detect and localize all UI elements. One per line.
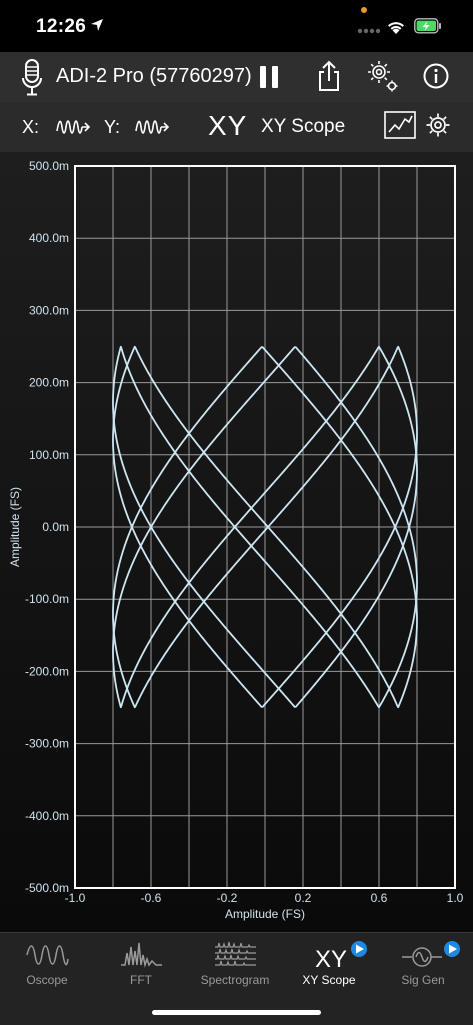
cellular-signal-icon [357,28,381,34]
y-tick-label: -100.0m [25,592,69,606]
scope-toolbar: X: Y: XY XY Scope [0,102,473,152]
device-toolbar: ADI-2 Pro (57760297) [0,52,473,102]
x-tick-label: -1.0 [65,891,86,905]
tab-label: XY Scope [302,973,356,987]
scope-settings-gear-icon[interactable] [425,112,451,138]
info-icon[interactable] [423,63,449,89]
y-input-label: Y: [104,117,121,137]
pause-icon-bar-left [260,66,266,88]
xy-scope-icon: XY [315,941,367,971]
oscope-wave-icon [26,945,69,966]
privacy-indicator-dot [361,7,367,13]
spectrogram-icon [215,941,256,966]
status-bar: 12:26 [0,0,473,52]
y-input-waveform-icon[interactable] [135,117,169,137]
xy-scope-plot[interactable]: 500.0m 400.0m 300.0m 200.0m 100.0m 0.0m -100.0… [0,152,473,932]
y-tick-label: 0.0m [42,520,69,534]
wifi-icon [388,22,404,34]
tab-bar: Oscope FFT Spectrogram XY XY Scope Sig G… [0,932,473,1025]
y-tick-label: 500.0m [29,159,69,173]
y-tick-label: 100.0m [29,448,69,462]
x-tick-label: 0.6 [371,891,388,905]
x-tick-label: -0.2 [217,891,238,905]
chart-display-icon[interactable] [384,111,416,139]
tab-xy-scope[interactable]: XY XY Scope [282,933,376,993]
x-input-waveform-icon[interactable] [56,117,90,137]
status-time: 12:26 [36,16,87,37]
tab-fft[interactable]: FFT [94,933,188,993]
location-arrow-icon [91,19,103,31]
tab-spectrogram[interactable]: Spectrogram [188,933,282,993]
y-tick-label: 400.0m [29,231,69,245]
tab-label: FFT [130,973,152,987]
x-tick-label: 0.2 [295,891,312,905]
x-tick-label: -0.6 [141,891,162,905]
home-indicator [152,1010,321,1015]
x-input-label: X: [22,117,40,137]
y-tick-label: -300.0m [25,737,69,751]
sig-gen-icon [402,941,460,967]
svg-text:XY: XY [315,946,347,971]
x-axis-title: Amplitude (FS) [225,907,305,921]
tab-oscope[interactable]: Oscope [0,933,94,993]
fft-spectrum-icon [121,942,162,968]
xy-mode-indicator[interactable]: XY [208,110,247,142]
tab-label: Spectrogram [200,973,270,987]
device-settings-icon[interactable] [365,58,401,94]
tab-label: Oscope [26,973,68,987]
pause-button[interactable] [260,66,280,88]
y-tick-label: 200.0m [29,376,69,390]
pause-icon-bar-right [272,66,278,88]
tab-label: Sig Gen [401,973,445,987]
y-tick-label: -200.0m [25,664,69,678]
battery-charging-icon [414,18,441,34]
xy-plot-canvas[interactable]: 500.0m 400.0m 300.0m 200.0m 100.0m 0.0m -100.0… [0,152,473,932]
y-axis-title: Amplitude (FS) [8,487,22,567]
device-title[interactable]: ADI-2 Pro (57760297) [56,65,252,88]
y-tick-label: 300.0m [29,303,69,317]
share-icon[interactable] [317,60,341,92]
x-tick-label: 1.0 [447,891,464,905]
microphone-icon[interactable] [20,58,44,98]
mode-name: XY Scope [261,116,346,137]
tab-sig-gen[interactable]: Sig Gen [376,933,470,993]
y-tick-label: -500.0m [25,881,69,895]
y-tick-label: -400.0m [25,809,69,823]
